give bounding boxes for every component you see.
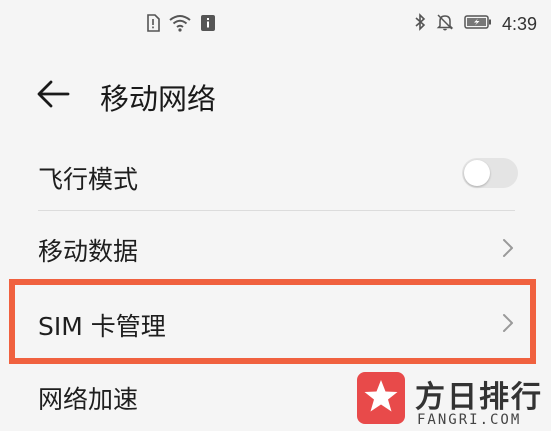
- back-button[interactable]: [34, 74, 74, 114]
- airplane-mode-row[interactable]: 飞行模式: [0, 140, 551, 210]
- bluetooth-icon: [414, 13, 426, 35]
- chevron-right-icon: [501, 237, 515, 259]
- sim-alert-icon: [146, 14, 160, 36]
- status-time: 4:39: [501, 13, 537, 34]
- watermark-logo: [357, 372, 405, 424]
- status-bar: 4:39: [0, 0, 551, 50]
- watermark-url: FANGRI.COM: [417, 412, 522, 428]
- watermark-name: 方日排行: [415, 380, 543, 415]
- page-title: 移动网络: [100, 82, 217, 116]
- page-header: 移动网络: [0, 60, 551, 130]
- battery-charging-icon: [464, 14, 492, 34]
- mobile-data-label: 移动数据: [38, 237, 139, 266]
- wifi-icon: [168, 14, 192, 36]
- status-left-icons: [146, 14, 216, 36]
- mute-icon: [436, 13, 454, 35]
- back-arrow-icon: [34, 74, 74, 118]
- status-right-icons: 4:39: [414, 13, 537, 35]
- mobile-data-row[interactable]: 移动数据: [0, 211, 551, 281]
- notification-app-icon: [200, 14, 216, 36]
- network-acceleration-label: 网络加速: [38, 385, 139, 414]
- highlight-box: [9, 279, 536, 364]
- watermark: 方日排行 FANGRI.COM: [357, 372, 551, 431]
- airplane-mode-label: 飞行模式: [38, 165, 139, 194]
- toggle-knob: [464, 160, 490, 186]
- airplane-mode-toggle[interactable]: [462, 158, 518, 188]
